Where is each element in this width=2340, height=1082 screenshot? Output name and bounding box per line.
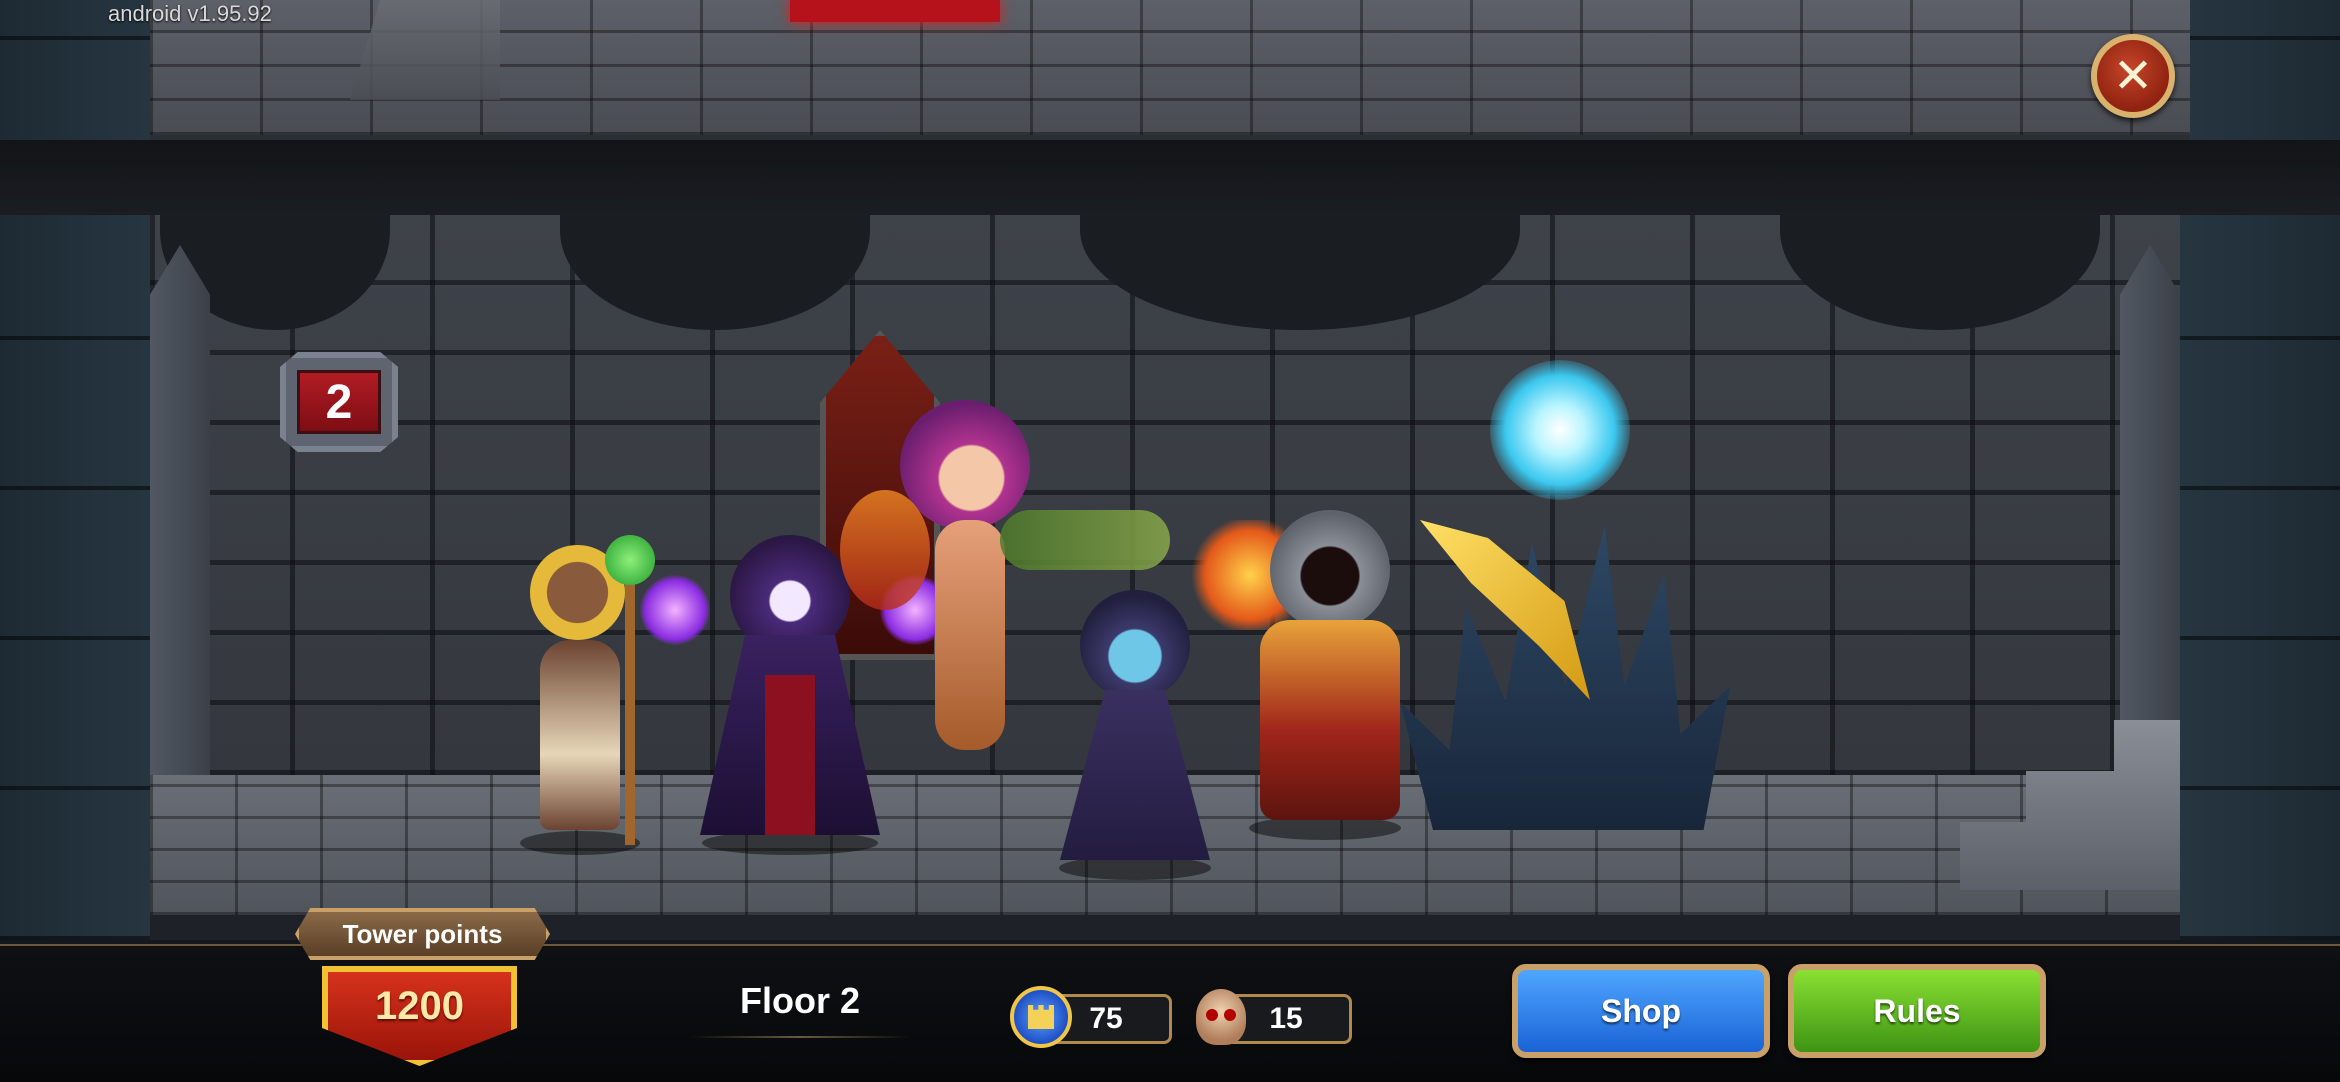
tower-points-value: 1200 (375, 984, 464, 1028)
rules-button[interactable]: Rules (1788, 964, 2046, 1058)
stone-pillar (150, 245, 210, 865)
nature-dryad-hero[interactable] (840, 400, 1170, 750)
skull-icon (1190, 986, 1252, 1048)
tower-points-label: Tower points (295, 908, 550, 960)
castle-resource[interactable]: 75 (1010, 986, 1180, 1048)
skull-resource[interactable]: 15 (1190, 989, 1360, 1045)
fairy-hero[interactable] (505, 535, 655, 855)
floor-number-badge: 2 (280, 352, 398, 452)
floor-label: Floor 2 (739, 980, 860, 1021)
floor-divider (0, 140, 2340, 215)
shop-button[interactable]: Shop (1512, 964, 1770, 1058)
upper-floor-steps (350, 0, 500, 100)
ice-crystal-shrine (1380, 360, 1750, 840)
close-icon: ✕ (2112, 48, 2154, 104)
close-button[interactable]: ✕ (2091, 34, 2175, 118)
castle-icon (1010, 986, 1072, 1048)
floor-number: 2 (297, 370, 381, 434)
glowing-orb (1490, 360, 1630, 500)
dungeon-scene: 2 (0, 0, 2340, 940)
floor-underline (690, 1036, 910, 1038)
version-label: android v1.95.92 (108, 1, 272, 26)
upper-floor (150, 0, 2190, 145)
upper-floor-red-carpet (790, 0, 1000, 22)
